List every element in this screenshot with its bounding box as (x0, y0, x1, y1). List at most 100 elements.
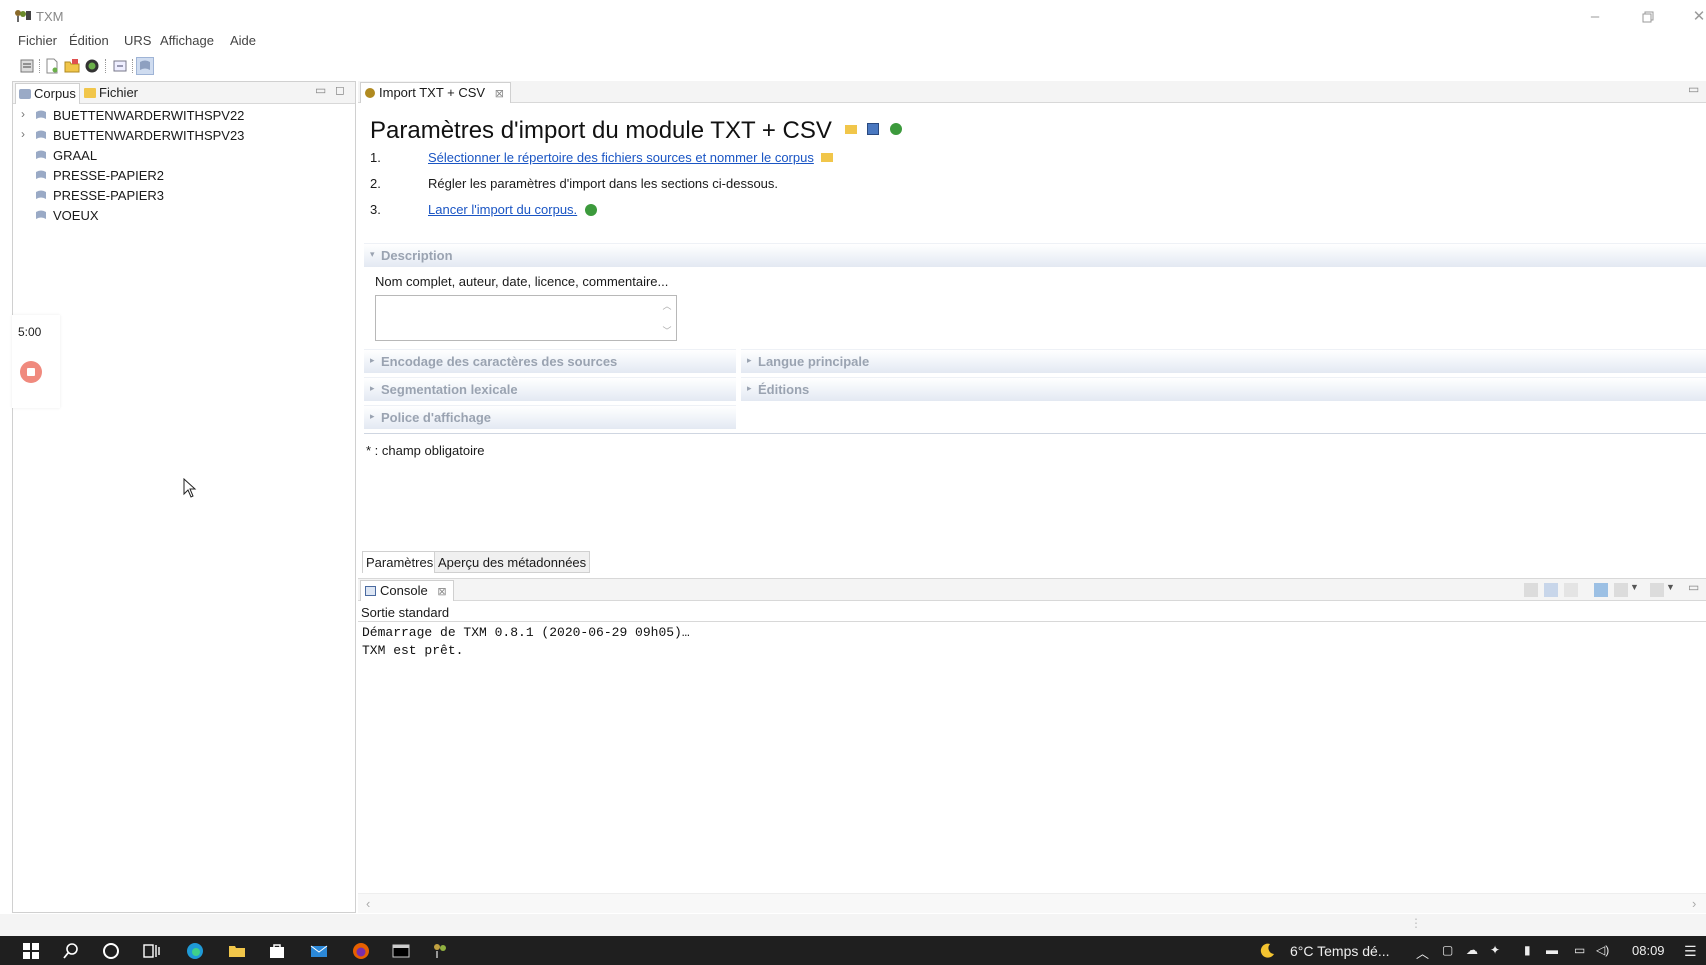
tree-item[interactable]: VOEUX (13, 206, 353, 226)
windows-start-icon[interactable] (22, 942, 40, 960)
import-icon[interactable] (83, 57, 101, 75)
section-police[interactable]: ▸ Police d'affichage (364, 405, 736, 429)
scroll-lock-icon[interactable] (1544, 583, 1558, 597)
tab-fichier[interactable]: Fichier (81, 83, 141, 104)
tab-corpus[interactable]: Corpus (15, 83, 80, 104)
battery-icon[interactable]: ▬ (1546, 943, 1558, 957)
tree-item[interactable]: GRAAL (13, 146, 353, 166)
horizontal-scrollbar[interactable]: ‹ › (358, 893, 1706, 913)
night-mode-icon[interactable] (1258, 942, 1276, 960)
scroll-right-icon[interactable]: › (1692, 896, 1696, 911)
tree-item-label: PRESSE-PAPIER2 (53, 168, 165, 183)
menu-urs[interactable]: URS (124, 33, 151, 48)
console-icon (365, 586, 376, 596)
scroll-left-icon[interactable]: ‹ (366, 896, 370, 911)
menu-edition[interactable]: Édition (69, 33, 109, 48)
dropbox-icon[interactable]: ✦ (1490, 943, 1500, 957)
firefox-icon[interactable] (352, 942, 370, 960)
chevron-down-icon[interactable]: ▼ (1666, 582, 1675, 592)
clock-time[interactable]: 08:09 (1632, 943, 1665, 958)
preferences-icon[interactable] (18, 57, 36, 75)
search-icon[interactable] (62, 942, 80, 960)
section-langue[interactable]: ▸ Langue principale (741, 349, 1706, 373)
minimize-panel-icon[interactable]: ▭ (315, 83, 326, 97)
tree-item[interactable]: › BUETTENWARDERWITHSPV22 (13, 106, 353, 126)
recording-timer: 5:00 (18, 325, 42, 339)
display-console-icon[interactable] (1614, 583, 1628, 597)
step-adjust-params: Régler les paramètres d'import dans les … (428, 176, 779, 191)
cortana-icon[interactable] (102, 942, 120, 960)
corpus-icon (35, 169, 47, 181)
expand-arrow-icon[interactable]: › (21, 127, 25, 141)
console-line: Démarrage de TXM 0.8.1 (2020-06-29 09h05… (362, 625, 690, 640)
close-tab-icon[interactable]: ⊠ (437, 586, 446, 598)
tab-parametres[interactable]: Paramètres (362, 551, 438, 573)
open-console-icon[interactable] (1650, 583, 1664, 597)
menu-fichier[interactable]: Fichier (18, 33, 57, 48)
show-hidden-icons-icon[interactable]: ︿ (1416, 943, 1429, 962)
pin-console-icon[interactable] (1594, 583, 1608, 597)
section-description[interactable]: ▾ Description (364, 243, 1706, 267)
volume-icon[interactable]: ◁) (1596, 943, 1609, 957)
network-icon[interactable]: ▭ (1574, 943, 1585, 957)
section-segmentation[interactable]: ▸ Segmentation lexicale (364, 377, 736, 401)
edge-browser-icon[interactable] (186, 942, 204, 960)
section-police-label: Police d'affichage (381, 410, 492, 425)
expand-arrow-icon: ▸ (747, 383, 752, 393)
tree-item[interactable]: PRESSE-PAPIER2 (13, 166, 353, 186)
clear-console-icon[interactable] (1524, 583, 1538, 597)
restore-button[interactable] (1637, 6, 1659, 28)
description-field[interactable] (375, 295, 677, 341)
minimize-button[interactable]: – (1584, 6, 1606, 28)
editor-bottom-tabs: Paramètres Aperçu des métadonnées (362, 551, 962, 573)
step-select-directory[interactable]: Sélectionner le répertoire des fichiers … (428, 150, 834, 165)
section-encodage[interactable]: ▸ Encodage des caractères des sources (364, 349, 736, 373)
meet-now-icon[interactable]: ▢ (1442, 943, 1453, 957)
corpus-view-icon[interactable] (136, 57, 154, 75)
open-folder-icon[interactable] (63, 57, 81, 75)
section-editions[interactable]: ▸ Éditions (741, 377, 1706, 401)
new-file-icon[interactable] (43, 57, 61, 75)
launch-import-link[interactable]: Lancer l'import du corpus. (428, 202, 577, 217)
maximize-panel-icon[interactable]: ◻ (335, 83, 345, 97)
word-wrap-icon[interactable] (1564, 583, 1578, 597)
tree-item[interactable]: PRESSE-PAPIER3 (13, 186, 353, 206)
store-icon[interactable] (268, 942, 286, 960)
save-icon[interactable] (867, 123, 880, 135)
stop-recording-button[interactable] (20, 361, 42, 383)
minimize-console-icon[interactable]: ▭ (1688, 580, 1699, 594)
terminal-icon[interactable] (392, 942, 410, 960)
menu-aide[interactable]: Aide (230, 33, 256, 48)
tab-corpus-label: Corpus (34, 86, 76, 101)
editor-tabs: Import TXT + CSV ⊠ ▭ (358, 81, 1706, 103)
chevron-down-icon[interactable]: ▼ (1630, 582, 1639, 592)
txm-taskbar-icon[interactable] (432, 942, 450, 960)
tree-item[interactable]: › BUETTENWARDERWITHSPV23 (13, 126, 353, 146)
task-view-icon[interactable] (142, 942, 160, 960)
weather-text[interactable]: 6°C Temps dé... (1290, 943, 1390, 959)
step-number: 1. (370, 150, 381, 165)
folder-icon[interactable] (821, 153, 834, 162)
step-launch-import[interactable]: Lancer l'import du corpus. (428, 202, 597, 217)
corpus-icon (35, 189, 47, 201)
file-explorer-icon[interactable] (228, 942, 246, 960)
onedrive-icon[interactable]: ☁ (1466, 943, 1478, 957)
run-icon[interactable] (889, 123, 902, 135)
microphone-icon[interactable]: ▮ (1524, 943, 1531, 957)
description-scrollbar[interactable]: ︿ ﹀ (659, 297, 675, 339)
close-tab-icon[interactable]: ⊠ (495, 88, 504, 100)
minimize-editor-icon[interactable]: ▭ (1688, 82, 1699, 96)
tab-console[interactable]: Console ⊠ (360, 580, 454, 601)
close-button[interactable]: ✕ (1688, 6, 1706, 28)
open-folder-icon[interactable] (844, 125, 857, 134)
export-icon[interactable] (111, 57, 129, 75)
select-directory-link[interactable]: Sélectionner le répertoire des fichiers … (428, 150, 814, 165)
tab-import-txt-csv[interactable]: Import TXT + CSV ⊠ (360, 82, 511, 103)
expand-arrow-icon[interactable]: › (21, 107, 25, 121)
menu-affichage[interactable]: Affichage (160, 33, 214, 48)
run-icon[interactable] (584, 204, 597, 216)
tab-apercu-metadonnees[interactable]: Aperçu des métadonnées (434, 551, 591, 573)
notifications-icon[interactable]: ☰ (1684, 943, 1697, 960)
mail-icon[interactable] (310, 942, 328, 960)
console-line: TXM est prêt. (362, 643, 464, 658)
